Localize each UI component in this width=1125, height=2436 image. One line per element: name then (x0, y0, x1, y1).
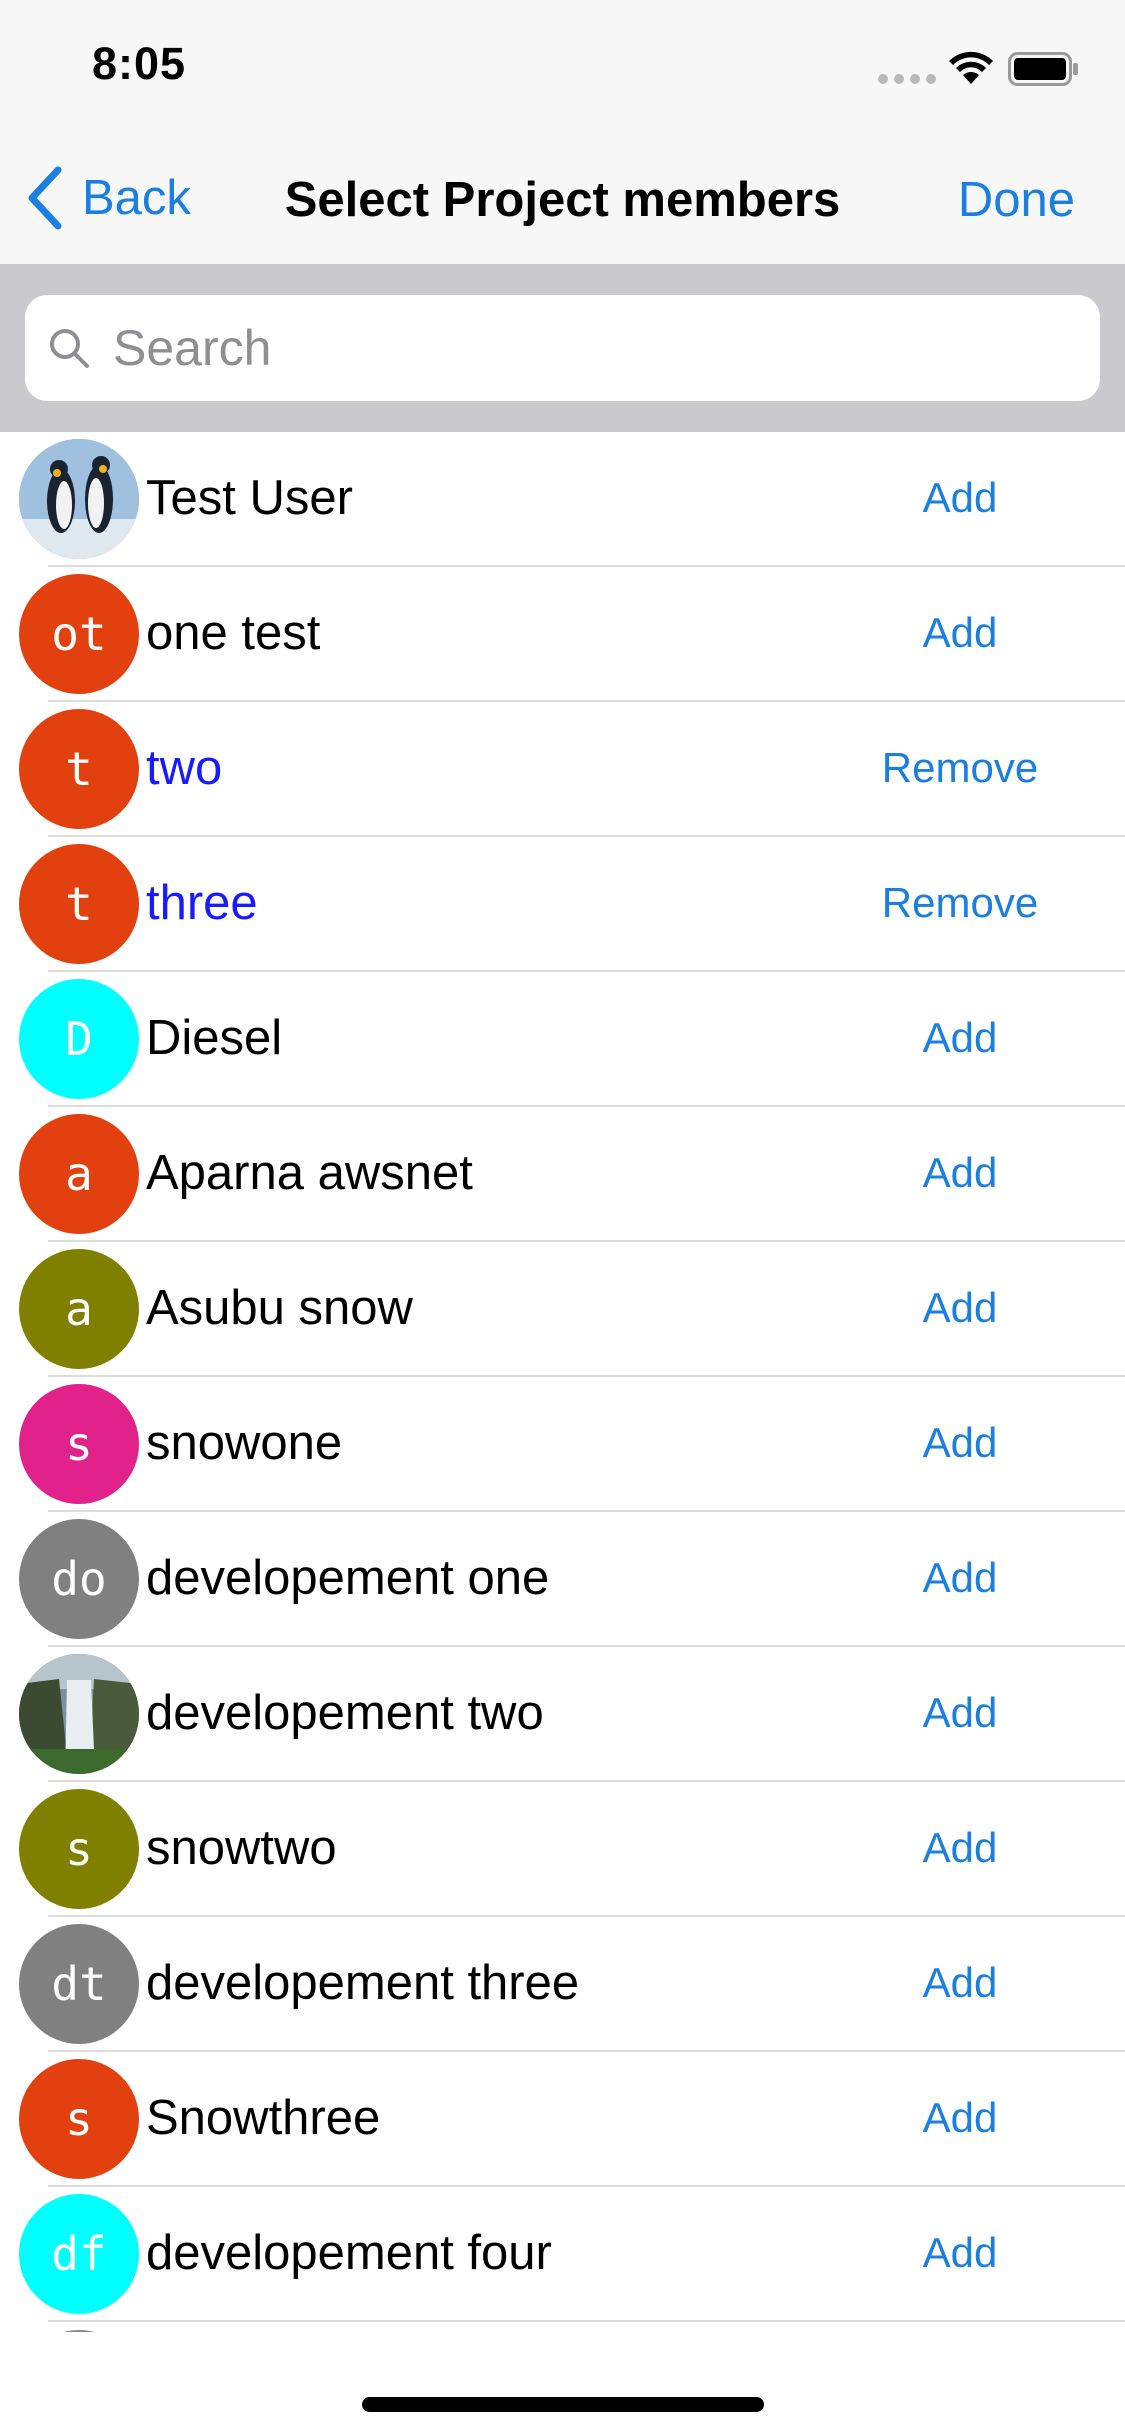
battery-icon (1008, 52, 1078, 86)
search-icon (50, 329, 89, 368)
home-area (0, 2332, 1125, 2436)
penguin-photo (19, 439, 139, 559)
waterfall-photo (19, 1654, 139, 1774)
add-member-button[interactable]: Add (860, 1149, 1060, 1197)
list-item[interactable]: ot one test Add (0, 567, 1125, 702)
list-item[interactable]: s Snowthree Add (0, 2052, 1125, 2187)
avatar: dt (19, 1924, 139, 2044)
list-item[interactable]: t two Remove (0, 702, 1125, 837)
add-member-button[interactable]: Add (860, 2229, 1060, 2277)
status-bar: 8:05 (0, 0, 1125, 132)
add-member-button[interactable]: Add (860, 1959, 1060, 2007)
avatar: t (19, 844, 139, 964)
wifi-icon (949, 51, 993, 84)
add-member-button[interactable]: Add (860, 1419, 1060, 1467)
avatar: a (19, 1249, 139, 1369)
list-item[interactable]: a Asubu snow Add (0, 1242, 1125, 1377)
avatar: t (19, 709, 139, 829)
search-placeholder: Search (113, 320, 272, 376)
member-name: two (146, 741, 223, 795)
avatar (19, 439, 139, 559)
member-name: Asubu snow (146, 1281, 413, 1335)
avatar: do (19, 1519, 139, 1639)
add-member-button[interactable]: Add (860, 1554, 1060, 1602)
list-item[interactable]: Test User Add (0, 432, 1125, 567)
member-name: developement one (146, 1551, 550, 1605)
avatar: ot (19, 574, 139, 694)
done-button[interactable]: Done (958, 172, 1075, 228)
member-name: snowtwo (146, 1821, 337, 1875)
add-member-button[interactable]: Add (860, 1824, 1060, 1872)
add-member-button[interactable]: Add (860, 2094, 1060, 2142)
search-input[interactable]: Search (25, 295, 1100, 401)
member-list[interactable]: Test User Add ot one test Add t two Remove t thre… (0, 432, 1125, 2332)
add-member-button[interactable]: Add (860, 1014, 1060, 1062)
member-name: Aparna awsnet (146, 1146, 473, 1200)
avatar (19, 1654, 139, 1774)
add-member-button[interactable]: Add (860, 474, 1060, 522)
member-name: three (146, 876, 258, 930)
member-name: Test User (146, 471, 353, 525)
search-bar: Search (0, 264, 1125, 432)
avatar: s (19, 1384, 139, 1504)
list-item[interactable]: dt developement three Add (0, 1917, 1125, 2052)
status-time: 8:05 (92, 38, 187, 89)
page-title: Select Project members (284, 173, 841, 227)
add-member-button[interactable]: Add (860, 609, 1060, 657)
navigation-bar: Back Select Project members Done (0, 132, 1125, 264)
member-name: developement two (146, 1686, 544, 1740)
home-indicator[interactable] (362, 2397, 764, 2412)
list-item[interactable]: df developement four Add (0, 2187, 1125, 2322)
list-item[interactable]: D Diesel Add (0, 972, 1125, 1107)
member-name: snowone (146, 1416, 343, 1470)
list-item[interactable] (0, 2322, 1125, 2332)
add-member-button[interactable]: Add (860, 1689, 1060, 1737)
list-item[interactable]: s snowone Add (0, 1377, 1125, 1512)
member-name: developement four (146, 2226, 552, 2280)
add-member-button[interactable]: Add (860, 1284, 1060, 1332)
remove-member-button[interactable]: Remove (860, 744, 1060, 792)
list-item[interactable]: s snowtwo Add (0, 1782, 1125, 1917)
member-name: developement three (146, 1956, 580, 2010)
member-name: Diesel (146, 1011, 283, 1065)
avatar: s (19, 1789, 139, 1909)
member-name: Snowthree (146, 2091, 381, 2145)
avatar: D (19, 979, 139, 1099)
list-item[interactable]: developement two Add (0, 1647, 1125, 1782)
avatar: df (19, 2194, 139, 2314)
cellular-signal-icon (878, 74, 936, 84)
list-item[interactable]: t three Remove (0, 837, 1125, 972)
list-item[interactable]: do developement one Add (0, 1512, 1125, 1647)
avatar: s (19, 2059, 139, 2179)
list-item[interactable]: a Aparna awsnet Add (0, 1107, 1125, 1242)
member-name: one test (146, 606, 321, 660)
remove-member-button[interactable]: Remove (860, 879, 1060, 927)
avatar: a (19, 1114, 139, 1234)
